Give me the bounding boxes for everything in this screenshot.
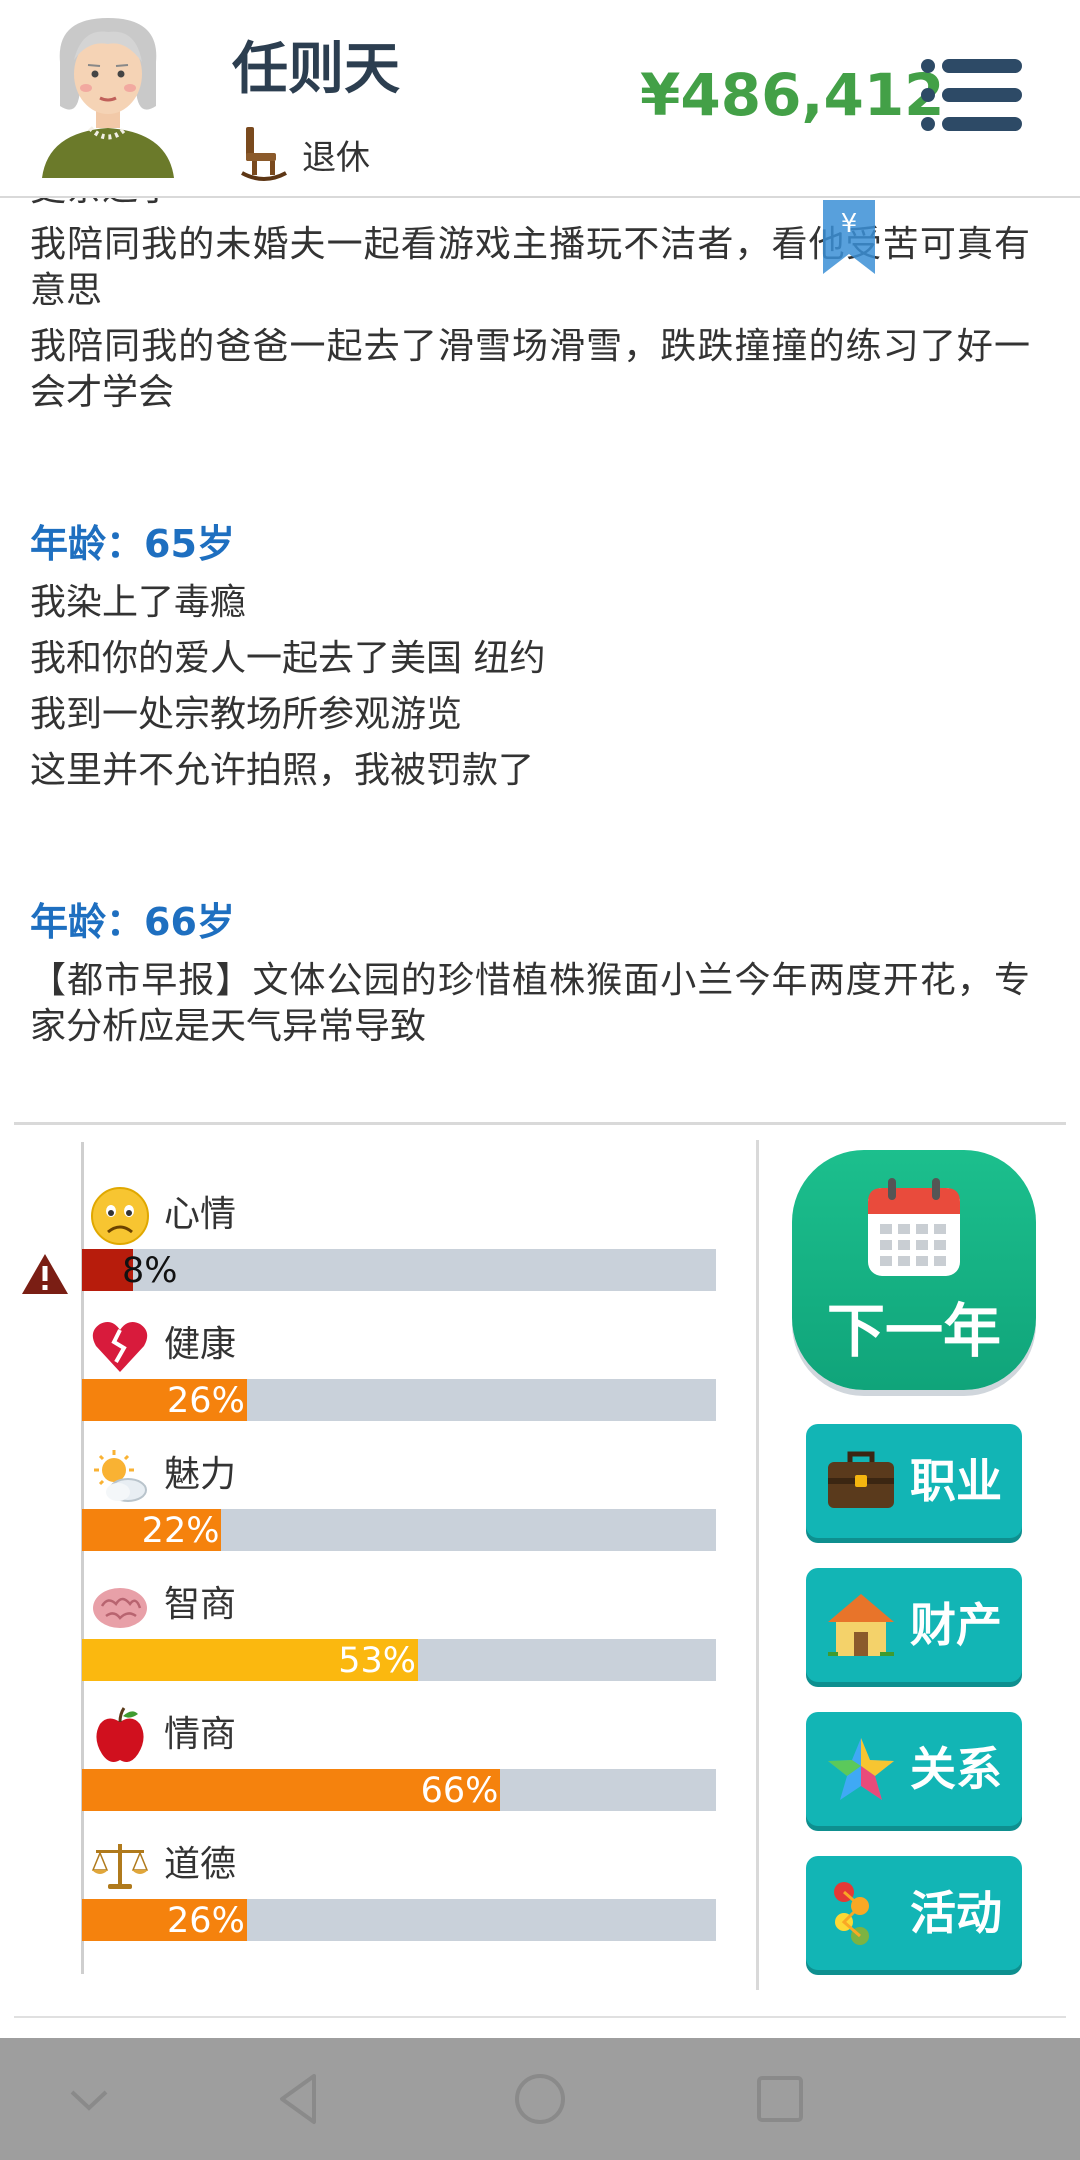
log-line: 更亲近了: [30, 196, 1030, 212]
broken-heart-icon: [92, 1322, 148, 1372]
sun-cloud-icon: [94, 1450, 147, 1502]
stat-percent: 66%: [420, 1771, 499, 1811]
stat-track: 8%: [82, 1249, 716, 1291]
activities-icon: [834, 1882, 869, 1945]
age-heading: 年龄：65岁: [30, 522, 235, 566]
stat-health: 健康 26%: [0, 1316, 760, 1446]
scales-icon: [91, 1844, 149, 1889]
activities-label: 活动: [910, 1886, 1002, 1940]
stat-label: 智商: [164, 1584, 237, 1625]
recents-icon[interactable]: [745, 2064, 815, 2134]
stat-track: 26%: [82, 1899, 716, 1941]
back-icon[interactable]: [266, 2064, 336, 2134]
event-log-content: 更亲近了 我陪同我的未婚夫一起看游戏主播玩不洁者，看他受苦可真有意思 我陪同我的…: [30, 196, 1030, 1060]
relations-label: 关系: [910, 1742, 1002, 1796]
vertical-divider: [756, 1140, 759, 1990]
stat-track: 26%: [82, 1379, 716, 1421]
stat-label: 道德: [164, 1844, 237, 1885]
brain-icon: [93, 1588, 147, 1628]
log-line: 这里并不允许拍照，我被罚款了: [30, 750, 535, 791]
stat-percent: 22%: [141, 1511, 220, 1551]
stat-percent: 26%: [167, 1901, 245, 1941]
property-label: 财产: [910, 1598, 1002, 1652]
next-year-button[interactable]: 下一年: [792, 1150, 1036, 1390]
event-log[interactable]: 更亲近了 我陪同我的未婚夫一起看游戏主播玩不洁者，看他受苦可真有意思 我陪同我的…: [0, 196, 1080, 1122]
bookmark-symbol: ¥: [841, 209, 858, 239]
stat-percent: 8%: [122, 1251, 178, 1291]
stat-percent: 53%: [338, 1641, 417, 1681]
sad-face-icon: [91, 1187, 149, 1245]
chevron-down-icon[interactable]: [54, 2064, 124, 2134]
career-button[interactable]: 职业: [806, 1424, 1022, 1538]
stat-percent: 26%: [167, 1381, 245, 1421]
star-icon: [828, 1738, 894, 1800]
relations-button[interactable]: 关系: [806, 1712, 1022, 1826]
avatar[interactable]: [38, 10, 178, 180]
player-name: 任则天: [232, 37, 400, 102]
menu-icon[interactable]: [920, 56, 1024, 134]
next-year-label: 下一年: [826, 1297, 1001, 1365]
stat-mood: 心情 8%: [0, 1186, 760, 1316]
stat-label: 健康: [164, 1324, 237, 1365]
stat-label: 心情: [164, 1194, 237, 1235]
divider: [14, 2016, 1066, 2018]
age-heading: 年龄：66岁: [30, 900, 235, 944]
stat-track: 53%: [82, 1639, 716, 1681]
life-status: 退休: [240, 122, 370, 186]
property-button[interactable]: 财产: [806, 1568, 1022, 1682]
stat-charm: 魅力 22%: [0, 1446, 760, 1576]
top-bar: 任则天 退休 ¥486,412: [0, 0, 1080, 198]
activities-button[interactable]: 活动: [806, 1856, 1022, 1970]
briefcase-icon: [828, 1451, 894, 1508]
calendar-icon: [868, 1178, 960, 1276]
log-line: 我陪同我的未婚夫一起看游戏主播玩不洁者，看他受苦可真有意思: [30, 224, 1030, 311]
stat-track: 22%: [82, 1509, 716, 1551]
career-label: 职业: [910, 1454, 1002, 1508]
system-nav-bar: [0, 2038, 1080, 2160]
log-line: 【都市早报】文体公园的珍惜植株猴面小兰今年两度开花，专家分析应是天气异常导致: [30, 960, 1030, 1047]
log-line: 我陪同我的爸爸一起去了滑雪场滑雪，跌跌撞撞的练习了好一会才学会: [30, 326, 1030, 413]
stat-morality: 道德 26%: [0, 1836, 760, 1966]
stat-eq: 情商 66%: [0, 1706, 760, 1836]
warning-icon: [22, 1254, 68, 1294]
stat-label: 魅力: [164, 1454, 237, 1495]
stat-label: 情商: [164, 1714, 237, 1755]
log-line: 我到一处宗教场所参观游览: [30, 694, 463, 735]
apple-icon: [96, 1707, 144, 1762]
divider: [14, 1122, 1066, 1125]
money-bookmark-icon[interactable]: ¥: [823, 200, 875, 274]
stat-iq: 智商 53%: [0, 1576, 760, 1706]
stats-panel: 心情 8% 健康 26% 魅力 22% 智商 53% 情商 66% 道德 26%: [0, 1126, 760, 1996]
log-line: 我染上了毒瘾: [30, 582, 247, 623]
home-icon[interactable]: [505, 2064, 575, 2134]
rocking-chair-icon: [241, 127, 287, 181]
money-balance: ¥486,412: [640, 61, 945, 129]
log-line: 我和你的爱人一起去了美国 纽约: [30, 638, 546, 679]
house-icon: [828, 1594, 894, 1656]
status-label: 退休: [302, 137, 370, 178]
stat-track: 66%: [82, 1769, 716, 1811]
